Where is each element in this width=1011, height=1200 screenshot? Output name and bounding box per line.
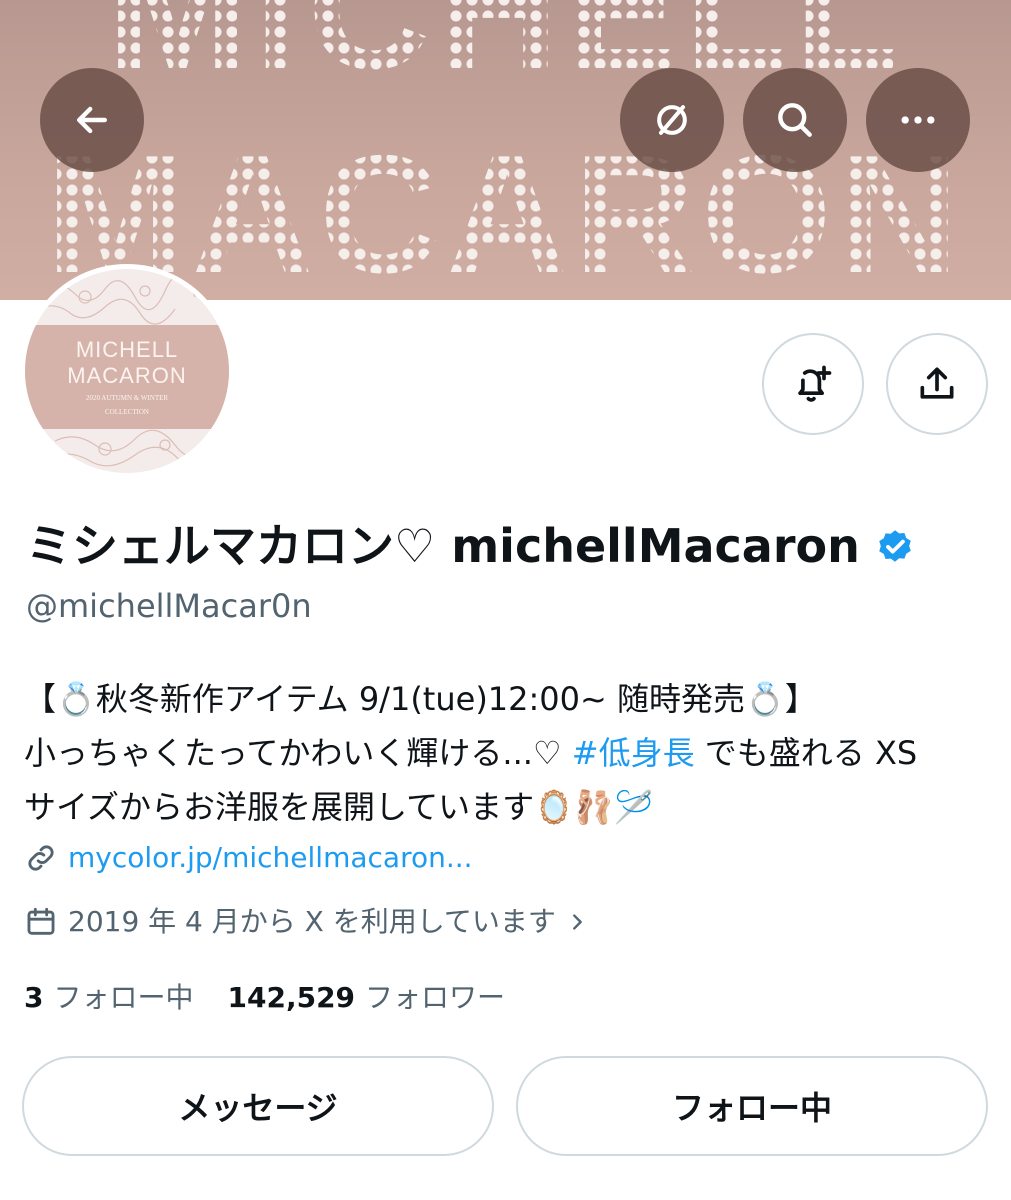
follow-stats: 3 フォロー中 142,529 フォロワー (24, 980, 505, 1016)
notifications-button[interactable] (762, 333, 864, 435)
search-button[interactable] (743, 68, 847, 172)
bio-line-3: サイズからお洋服を展開しています🪞🩰🪡 (24, 788, 654, 826)
avatar-subtitle-2: COLLECTION (105, 408, 149, 416)
eye-off-icon (657, 105, 687, 135)
display-name: ミシェルマカロン♡ michellMacaron (26, 518, 916, 574)
following-button[interactable]: フォロー中 (516, 1056, 988, 1156)
followers-label: フォロワー (365, 981, 506, 1014)
website-row[interactable]: mycolor.jp/michellmacaron... (24, 840, 473, 876)
more-button[interactable] (866, 68, 970, 172)
following-stat[interactable]: 3 フォロー中 (24, 981, 194, 1014)
display-name-text: ミシェルマカロン♡ michellMacaron (26, 519, 860, 573)
arrow-left-icon (76, 106, 108, 134)
joined-text: 2019 年 4 月から X を利用しています (68, 905, 556, 938)
banner-text-line1: MICHELL (0, 0, 1011, 108)
followers-count: 142,529 (227, 981, 356, 1014)
bell-plus-icon (798, 365, 832, 402)
handle: @michellMacar0n (26, 587, 312, 625)
bio-line-2a: 小っちゃくたってかわいく輝ける...♡ (24, 734, 572, 772)
back-button[interactable] (40, 68, 144, 172)
more-icon (901, 116, 935, 124)
link-icon (28, 845, 54, 871)
chevron-right-icon (572, 914, 582, 930)
share-button[interactable] (886, 333, 988, 435)
joined-row[interactable]: 2019 年 4 月から X を利用しています (24, 904, 598, 940)
following-label: フォロー中 (53, 981, 194, 1014)
avatar-title-line1: MICHELL (75, 337, 179, 362)
profile-banner: MICHELL MACARON (0, 0, 1011, 300)
bio-line-1: 【💍秋冬新作アイテム 9/1(tue)12:00~ 随時発売💍】 (24, 680, 817, 718)
bio-line-2: 小っちゃくたってかわいく輝ける...♡ #低身長 でも盛れる XS (24, 726, 994, 780)
avatar-band: MICHELL MACARON 2020 AUTUMN & WINTER COL… (25, 325, 229, 429)
share-icon (920, 367, 954, 399)
hashtag-link[interactable]: #低身長 (572, 734, 695, 772)
verified-badge-icon[interactable] (874, 525, 916, 567)
avatar-title-line2: MACARON (67, 363, 187, 388)
search-icon (778, 103, 812, 137)
avatar-subtitle-1: 2020 AUTUMN & WINTER (85, 394, 169, 402)
following-count: 3 (24, 981, 44, 1014)
hide-content-button[interactable] (620, 68, 724, 172)
avatar-image: MICHELL MACARON 2020 AUTUMN & WINTER COL… (25, 269, 229, 473)
avatar[interactable]: MICHELL MACARON 2020 AUTUMN & WINTER COL… (20, 264, 234, 478)
bio-line-2b: でも盛れる XS (694, 734, 918, 772)
followers-stat[interactable]: 142,529 フォロワー (228, 981, 506, 1014)
calendar-icon (27, 907, 55, 935)
website-link[interactable]: mycolor.jp/michellmacaron... (68, 840, 473, 876)
bio: 【💍秋冬新作アイテム 9/1(tue)12:00~ 随時発売💍】 小っちゃくたっ… (24, 672, 994, 834)
message-button[interactable]: メッセージ (22, 1056, 494, 1156)
